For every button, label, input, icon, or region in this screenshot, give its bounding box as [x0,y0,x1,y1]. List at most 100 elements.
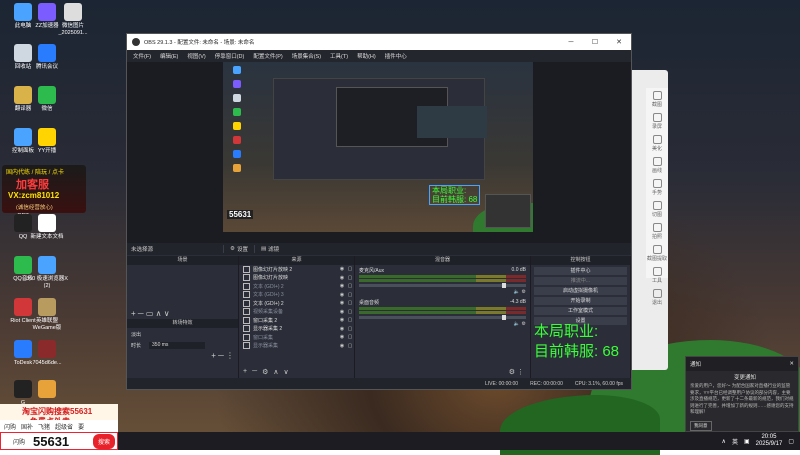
ad-tab[interactable]: 国补 [21,422,33,431]
close-button[interactable]: ✕ [607,38,631,46]
source-settings-button[interactable]: ⚙ 设置 [223,245,254,253]
volume-slider-knob[interactable] [502,283,506,288]
lang-indicator[interactable]: 英 [732,437,738,446]
menu-item[interactable]: 停靠窗口(D) [215,52,245,60]
channel-gear-icon[interactable]: ⚙ [520,289,527,295]
add-source-button[interactable]: + [243,368,247,376]
notification-center-icon[interactable]: ▢ [788,438,794,445]
eye-icon[interactable]: ◉ [338,309,346,315]
lock-icon[interactable]: ▢ [346,343,354,349]
menu-item[interactable]: 文件(F) [133,52,151,60]
source-up-button[interactable]: ∧ [273,368,278,376]
lock-icon[interactable]: ▢ [346,309,354,315]
tool-strip-item[interactable]: 美化 [646,135,668,154]
desktop-icon[interactable] [26,380,68,400]
menu-item[interactable]: 工具(T) [330,52,348,60]
notification-popup[interactable]: 通知 ✕ 变更通知 亲爱的用户，您好～ 为配合国家对直播行业的监管要求，YY平台… [685,356,799,432]
eye-icon[interactable]: ◉ [338,343,346,349]
source-row[interactable]: 文本 (GDI+) 2 ◉ ▢ [239,282,354,291]
lock-icon[interactable]: ▢ [346,266,354,272]
volume-slider[interactable] [359,283,526,288]
desktop-icon[interactable]: 微信图片_2025091... [52,3,94,37]
mixer-dock[interactable]: 混音器 麦克风/Aux 0.0 dB 🔈 ⚙ 桌面音频 -4.3 dB 🔈 ⚙ ⚙ ⋮ [355,256,531,378]
channel-gear-icon[interactable]: ⚙ [520,321,527,327]
ad-search-button[interactable]: 搜索 [92,433,115,449]
remove-transition-button[interactable]: ─ [218,351,224,360]
control-button[interactable]: 插件中心 [534,267,627,275]
ad-tab[interactable]: 要 [78,422,84,431]
minimize-button[interactable]: ─ [559,39,583,46]
desktop-icon[interactable]: 新建文本文档 [26,214,68,241]
mixer-menu-button[interactable]: ⋮ [517,369,524,376]
menu-item[interactable]: 编辑(E) [160,52,178,60]
source-row[interactable]: 窗口采集 ◉ ▢ [239,333,354,342]
add-transition-button[interactable]: + [211,351,216,360]
scenes-list[interactable] [127,265,238,309]
lock-icon[interactable]: ▢ [346,283,354,289]
eye-icon[interactable]: ◉ [338,292,346,298]
remove-source-button[interactable]: ─ [252,368,257,376]
desktop-promo-image[interactable]: 国内代练 / 陪玩 / 点卡 加客服 VX:zcm81012 (诚信经营放心) [2,165,86,213]
eye-icon[interactable]: ◉ [338,334,346,340]
duration-input[interactable]: 350 ms [149,342,206,349]
desktop-icon[interactable]: 微信 [26,86,68,113]
notification-agree-button[interactable]: 我同意 [690,421,712,431]
lock-icon[interactable]: ▢ [346,292,354,298]
control-button[interactable]: 工作室模式 [534,307,627,315]
volume-slider-knob[interactable] [502,315,506,320]
sources-dock[interactable]: 来源 图像幻灯片放映 2 ◉ ▢ 图像幻灯片放映 ◉ ▢ 文本 (GDI+) 2 ◉ ▢ 文本 (… [239,256,355,378]
scene-up-button[interactable]: ∧ [156,309,162,318]
lock-icon[interactable]: ▢ [346,300,354,306]
scene-filter-button[interactable]: ▭ [146,309,154,318]
ad-tab[interactable]: 闪购 [4,422,16,431]
notification-close-icon[interactable]: ✕ [789,361,794,367]
ad-search-box[interactable]: 闪购 55631 搜索 [0,432,118,450]
tool-strip-item[interactable]: 拍照 [646,223,668,242]
menu-item[interactable]: 配置文件(P) [253,52,282,60]
control-button[interactable]: 推流中... [534,277,627,285]
lock-icon[interactable]: ▢ [346,275,354,281]
source-row[interactable]: 显示器采集 2 ◉ ▢ [239,325,354,334]
mixer-settings-button[interactable]: ⚙ [509,369,515,376]
source-filters-button[interactable]: ▤ 滤镜 [253,245,285,253]
tool-strip-item[interactable]: 画线 [646,157,668,176]
desktop-icon[interactable]: YY开播 [26,128,68,155]
source-down-button[interactable]: ∨ [283,368,288,376]
tray-arrow-icon[interactable]: ∧ [722,438,726,445]
source-row[interactable]: 窗口采集 2 ◉ ▢ [239,316,354,325]
source-row[interactable]: 文本 (GDI+) 3 ◉ ▢ [239,291,354,300]
source-row[interactable]: 文本 (GDI+) 2 ◉ ▢ [239,299,354,308]
tool-strip-item[interactable]: 截图提取 [646,245,668,264]
obs-preview-canvas[interactable]: 本局职业: 目前韩服: 68 55631 [223,62,533,232]
clock[interactable]: 20:05 2025/9/17 [756,434,783,448]
eye-icon[interactable]: ◉ [338,326,346,332]
ad-tab[interactable]: 飞猪 [38,422,50,431]
desktop-icon[interactable]: 英雄联盟WeGame版 [26,298,68,332]
eye-icon[interactable]: ◉ [338,283,346,289]
menu-item[interactable]: 视图(V) [187,52,205,60]
remove-scene-button[interactable]: ─ [138,309,144,318]
network-icon[interactable]: ▣ [744,438,750,445]
tool-strip-item[interactable]: 切图 [646,201,668,220]
tool-strip-item[interactable]: 手势 [646,179,668,198]
tool-strip-item[interactable]: 录屏 [646,113,668,132]
tool-strip-item[interactable]: 退出 [646,289,668,308]
source-row[interactable]: 视频采集设备 ◉ ▢ [239,308,354,317]
scene-down-button[interactable]: ∨ [164,309,170,318]
source-row[interactable]: 图像幻灯片放映 2 ◉ ▢ [239,265,354,274]
menu-item[interactable]: 帮助(H) [357,52,376,60]
tool-strip-item[interactable]: 截图 [646,91,668,110]
eye-icon[interactable]: ◉ [338,300,346,306]
ad-tab[interactable]: 超级省 [55,422,73,431]
source-row[interactable]: 显示器采集 ◉ ▢ [239,342,354,351]
tool-strip-item[interactable]: 工具 [646,267,668,286]
desktop-icon[interactable]: 360 极速浏览器X (2) [26,256,68,290]
eye-icon[interactable]: ◉ [338,317,346,323]
add-scene-button[interactable]: + [131,309,136,318]
menu-item[interactable]: 插件中心 [385,52,407,60]
volume-slider[interactable] [359,315,526,320]
obs-preview-area[interactable]: 本局职业: 目前韩服: 68 55631 [127,62,631,243]
menu-item[interactable]: 场景集合(S) [292,52,321,60]
eye-icon[interactable]: ◉ [338,266,346,272]
desktop-icon[interactable]: 腾讯会议 [26,44,68,71]
